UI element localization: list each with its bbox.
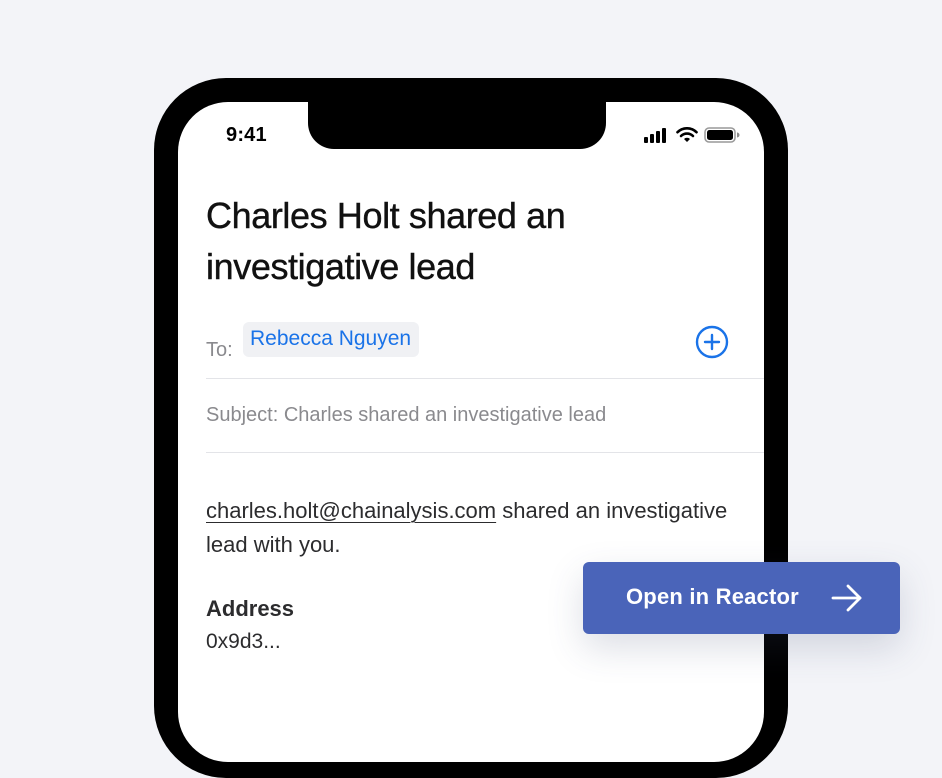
sender-email-link[interactable]: charles.holt@chainalysis.com [206,498,496,523]
phone-notch [308,102,606,149]
plus-circle-icon[interactable] [695,325,729,359]
subject-text: Subject: Charles shared an investigative… [206,404,607,426]
address-label: Address [206,596,295,621]
cellular-signal-icon [644,128,666,143]
cta-label: Open in Reactor [626,584,799,609]
email-title: Charles Holt shared an investigative lea… [206,195,566,287]
address-value: 0x9d3... [206,630,281,653]
battery-icon [704,127,740,143]
arrow-right-icon [831,584,862,612]
phone-screen: 9:41 Charles Holt shared an investigativ… [178,102,764,762]
open-in-reactor-button[interactable]: Open in Reactor [583,562,900,634]
subject-field[interactable]: Subject: Charles shared an investigative… [206,378,764,453]
to-label: To: [206,339,233,361]
email-body: charles.holt@chainalysis.com shared an i… [206,494,746,562]
wifi-icon [676,127,698,142]
status-icons [644,127,740,143]
status-time: 9:41 [226,124,267,146]
recipient-chip[interactable]: Rebecca Nguyen [243,322,420,357]
to-field: To: Rebecca Nguyen [206,322,764,379]
